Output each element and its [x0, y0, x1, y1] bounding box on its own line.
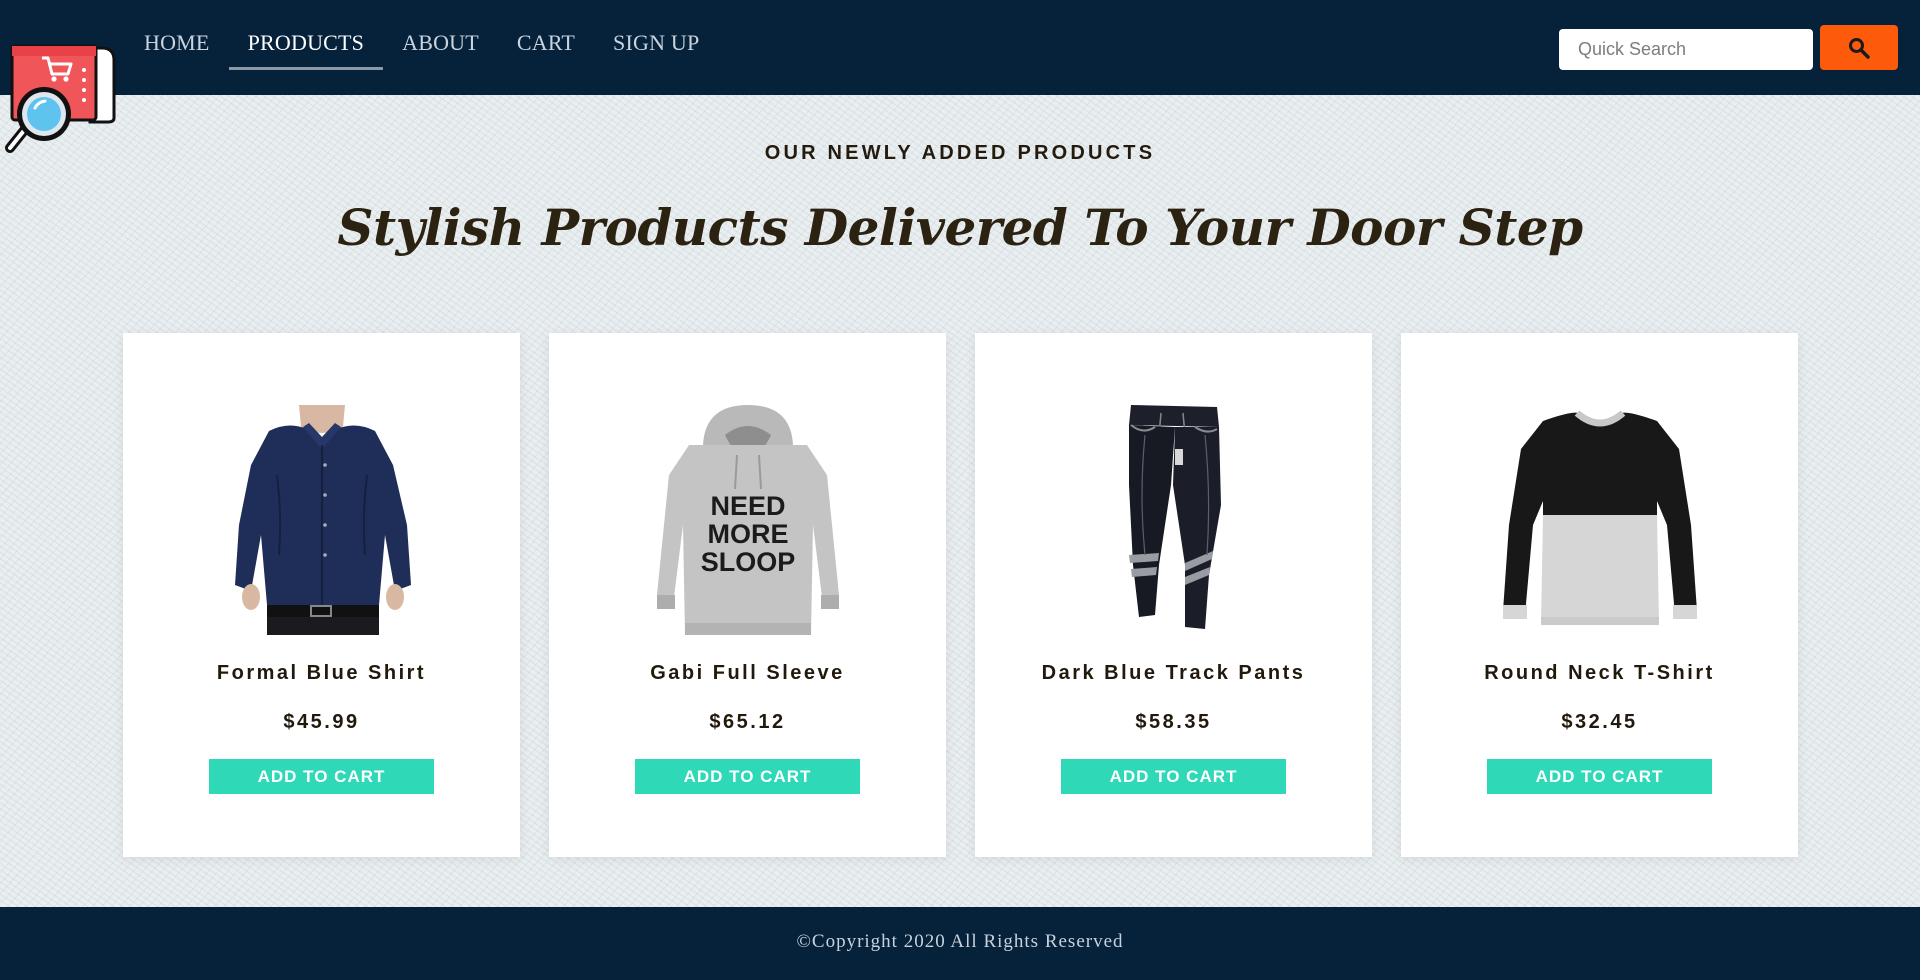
product-name: Gabi Full Sleeve	[650, 662, 845, 684]
shirt-image[interactable]	[123, 405, 520, 635]
product-price: $45.99	[283, 711, 360, 733]
product-price: $65.12	[709, 711, 786, 733]
copyright-text: ©Copyright 2020 All Rights Reserved	[796, 931, 1124, 952]
top-navbar: HOME PRODUCTS ABOUT CART SIGN UP	[0, 0, 1920, 95]
hoodie-image[interactable]: NEED MORE SLOOP	[549, 405, 946, 635]
product-card[interactable]: Dark Blue Track Pants $58.35 ADD TO CART	[975, 333, 1372, 857]
nav-products[interactable]: PRODUCTS	[228, 26, 384, 70]
product-name: Round Neck T-Shirt	[1484, 662, 1715, 684]
add-to-cart-button[interactable]: ADD TO CART	[1487, 759, 1712, 794]
product-name: Dark Blue Track Pants	[1041, 662, 1306, 684]
nav-cart[interactable]: CART	[498, 26, 594, 70]
product-card[interactable]: NEED MORE SLOOP Gabi Full Sleeve $65.12 …	[549, 333, 946, 857]
product-price: $32.45	[1561, 711, 1638, 733]
product-price: $58.35	[1135, 711, 1212, 733]
nav-sign-up[interactable]: SIGN UP	[594, 26, 718, 70]
product-name: Formal Blue Shirt	[216, 662, 427, 684]
section-headline: Stylish Products Delivered To Your Door …	[337, 198, 1583, 257]
add-to-cart-button[interactable]: ADD TO CART	[209, 759, 434, 794]
add-to-cart-button[interactable]: ADD TO CART	[1061, 759, 1286, 794]
hoodie-print-line: NEED	[710, 491, 785, 521]
main-nav: HOME PRODUCTS ABOUT CART SIGN UP	[125, 26, 718, 70]
search-input[interactable]	[1559, 29, 1813, 70]
search-icon	[1849, 37, 1870, 59]
hoodie-print-line: SLOOP	[700, 547, 795, 577]
footer: ©Copyright 2020 All Rights Reserved	[0, 907, 1920, 980]
section-subtitle: OUR NEWLY ADDED PRODUCTS	[764, 142, 1156, 164]
product-card[interactable]: Round Neck T-Shirt $32.45 ADD TO CART	[1401, 333, 1798, 857]
hoodie-print-line: MORE	[707, 519, 788, 549]
nav-about[interactable]: ABOUT	[383, 26, 498, 70]
search-button[interactable]	[1820, 25, 1898, 70]
tshirt-image[interactable]	[1401, 405, 1798, 635]
nav-home[interactable]: HOME	[125, 26, 229, 70]
shop-search-logo-icon[interactable]	[2, 40, 118, 158]
product-card[interactable]: Formal Blue Shirt $45.99 ADD TO CART	[123, 333, 520, 857]
add-to-cart-button[interactable]: ADD TO CART	[635, 759, 860, 794]
track-pants-image[interactable]	[975, 405, 1372, 635]
